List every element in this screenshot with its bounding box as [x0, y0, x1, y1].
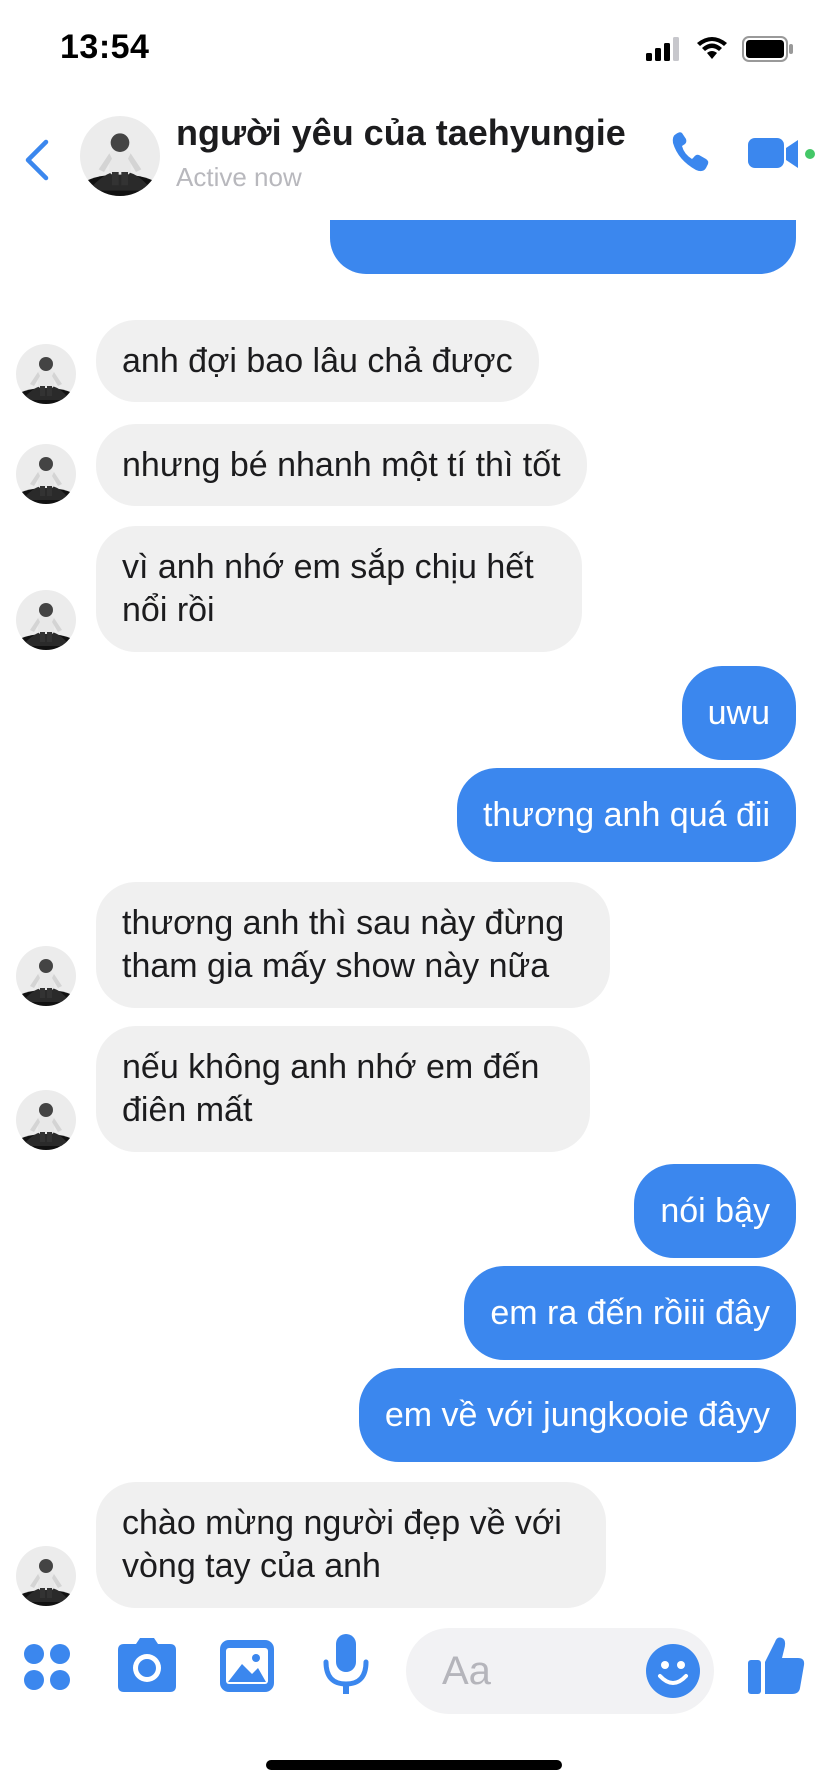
- battery-icon: [742, 36, 793, 62]
- status-time: 13:54: [60, 28, 150, 66]
- sender-avatar: [16, 444, 76, 504]
- status-bar: 13:54: [0, 0, 828, 100]
- wifi-icon: [697, 37, 727, 59]
- message-bubble-incoming[interactable]: thương anh thì sau này đừng tham gia mấy…: [96, 882, 610, 1008]
- message-bubble-outgoing[interactable]: thương anh quá đii: [456, 768, 796, 862]
- sender-avatar: [16, 946, 76, 1006]
- apps-icon: [24, 1644, 70, 1690]
- message-text: nếu không anh nhớ em đến điên mất: [122, 1048, 540, 1129]
- message-text: em ra đến rồiii đây: [490, 1293, 770, 1332]
- emoji-button[interactable]: [646, 1644, 700, 1703]
- message-bubble-outgoing[interactable]: nói bậy: [634, 1164, 796, 1258]
- message-input-placeholder: Aa: [442, 1648, 491, 1693]
- audio-call-button[interactable]: [666, 128, 716, 178]
- message-bubble-incoming[interactable]: vì anh nhớ em sắp chịu hết nổi rồi: [96, 526, 582, 652]
- message-text: vì anh nhớ em sắp chịu hết nổi rồi: [122, 548, 534, 629]
- sender-avatar: [16, 590, 76, 650]
- message-bubble-incoming[interactable]: nếu không anh nhớ em đến điên mất: [96, 1026, 590, 1152]
- photo-button[interactable]: [220, 1640, 274, 1697]
- message-bubble-outgoing[interactable]: uwu: [681, 666, 796, 760]
- messenger-chat-screen: 13:54 người yêu của taehyungie Active no…: [0, 0, 828, 1792]
- camera-icon: [118, 1638, 176, 1692]
- like-icon: [748, 1637, 805, 1694]
- sender-avatar: [16, 344, 76, 404]
- message-bubble-incoming[interactable]: anh đợi bao lâu chả được: [96, 320, 539, 402]
- message-text: thương anh thì sau này đừng tham gia mấy…: [122, 904, 565, 985]
- like-button[interactable]: [748, 1634, 806, 1701]
- phone-icon: [672, 132, 709, 172]
- message-text: nhưng bé nhanh một tí thì tốt: [122, 445, 561, 484]
- emoji-icon: [646, 1644, 700, 1698]
- message-composer: Aa: [0, 1620, 828, 1720]
- message-bubble-outgoing[interactable]: em ra đến rồiii đây: [464, 1266, 796, 1360]
- back-button[interactable]: [14, 130, 58, 190]
- chevron-left-icon: [25, 139, 49, 181]
- chat-header: người yêu của taehyungie Active now: [0, 100, 828, 220]
- status-icons: [646, 36, 794, 62]
- message-text: uwu: [707, 693, 770, 732]
- cellular-signal-icon: [646, 37, 679, 61]
- sender-avatar: [16, 1090, 76, 1150]
- message-text: chào mừng người đẹp về với vòng tay của …: [122, 1504, 562, 1585]
- message-list: anh đợi bao lâu chả được nhưng bé nhanh …: [0, 220, 828, 1620]
- camera-button[interactable]: [116, 1638, 178, 1699]
- video-camera-icon: [748, 138, 815, 168]
- message-text: nói bậy: [660, 1191, 770, 1230]
- photo-icon: [220, 1640, 274, 1692]
- voice-button[interactable]: [322, 1634, 370, 1705]
- message-text: em về với jungkooie đâyy: [384, 1395, 770, 1434]
- microphone-icon: [323, 1634, 369, 1694]
- message-text: thương anh quá đii: [482, 795, 770, 834]
- message-bubble-incoming[interactable]: nhưng bé nhanh một tí thì tốt: [96, 424, 587, 506]
- message-bubble-outgoing[interactable]: em về với jungkooie đâyy: [358, 1368, 796, 1462]
- video-call-button[interactable]: [748, 134, 816, 174]
- sender-avatar: [16, 1546, 76, 1606]
- home-indicator: [266, 1760, 562, 1770]
- message-bubble-incoming[interactable]: chào mừng người đẹp về với vòng tay của …: [96, 1482, 606, 1608]
- message-bubble-outgoing[interactable]: [330, 220, 796, 274]
- contact-name[interactable]: người yêu của taehyungie: [176, 112, 626, 154]
- contact-avatar[interactable]: [80, 116, 160, 196]
- apps-button[interactable]: [22, 1642, 72, 1697]
- message-text: anh đợi bao lâu chả được: [122, 341, 513, 380]
- online-dot: [805, 149, 815, 159]
- active-status: Active now: [176, 162, 302, 192]
